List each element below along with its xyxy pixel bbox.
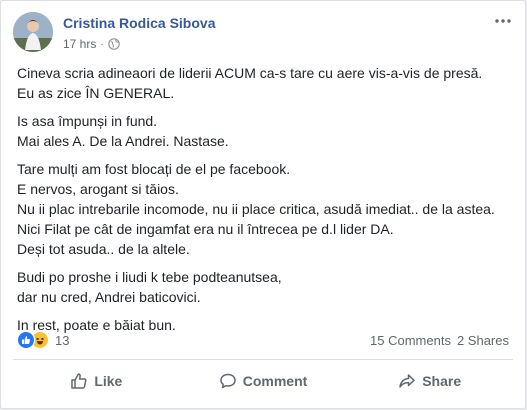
globe-icon[interactable] xyxy=(107,38,120,50)
post-card: Cristina Rodica Sibova 17 hrs · Cineva s… xyxy=(0,0,526,409)
divider xyxy=(13,359,513,360)
post-timestamp[interactable]: 17 hrs xyxy=(63,37,96,51)
author-name[interactable]: Cristina Rodica Sibova xyxy=(63,15,215,31)
like-reaction-icon xyxy=(17,331,35,349)
post-stats: 13 15 Comments 2 Shares xyxy=(17,329,509,351)
post-meta: 17 hrs · xyxy=(63,37,120,51)
action-bar: Like Comment Share xyxy=(13,363,513,399)
like-button[interactable]: Like xyxy=(13,363,180,399)
text-line: Cineva scria adineaori de liderii ACUM c… xyxy=(17,65,483,81)
comments-count-link[interactable]: 15 Comments xyxy=(370,333,451,348)
post-body: Cineva scria adineaori de liderii ACUM c… xyxy=(17,63,513,343)
avatar[interactable] xyxy=(13,12,53,52)
shares-count-link[interactable]: 2 Shares xyxy=(457,333,509,348)
comment-bubble-icon xyxy=(219,372,237,390)
text-line: Is asa împunși in fund. xyxy=(17,113,158,129)
text-line: E nervos, arogant si tăios. xyxy=(17,181,179,197)
reaction-count: 13 xyxy=(55,332,70,348)
paragraph: Budi po proshe i liudi k tebe podteanuts… xyxy=(17,267,513,307)
text-line: Deși tot asuda.. de la altele. xyxy=(17,241,190,257)
text-line: dar nu cred, Andrei baticovici. xyxy=(17,289,201,305)
comment-label: Comment xyxy=(242,373,308,389)
paragraph: Cineva scria adineaori de liderii ACUM c… xyxy=(17,63,513,103)
thumbs-up-icon xyxy=(70,372,88,390)
like-label: Like xyxy=(94,373,123,389)
paragraph: Tare mulți am fost blocați de el pe face… xyxy=(17,159,513,259)
meta-separator: · xyxy=(100,38,104,50)
share-label: Share xyxy=(422,373,462,389)
text-line: Budi po proshe i liudi k tebe podteanuts… xyxy=(17,269,282,285)
share-button[interactable]: Share xyxy=(346,363,513,399)
comment-button[interactable]: Comment xyxy=(180,363,347,399)
text-line: Mai ales A. De la Andrei. Nastase. xyxy=(17,133,229,149)
more-options-icon[interactable] xyxy=(493,13,513,29)
text-line: Nici Filat pe cât de ingamfat era nu il … xyxy=(17,221,394,237)
text-line: Nu ii plac intrebarile incomode, nu ii p… xyxy=(17,201,495,217)
reactions-summary[interactable]: 13 xyxy=(17,331,69,349)
paragraph: Is asa împunși in fund. Mai ales A. De l… xyxy=(17,111,513,151)
share-arrow-icon xyxy=(398,372,416,390)
text-line: Eu as zice ÎN GENERAL. xyxy=(17,85,175,101)
text-line: Tare mulți am fost blocați de el pe face… xyxy=(17,161,291,177)
engagement-counts: 15 Comments 2 Shares xyxy=(370,333,509,348)
